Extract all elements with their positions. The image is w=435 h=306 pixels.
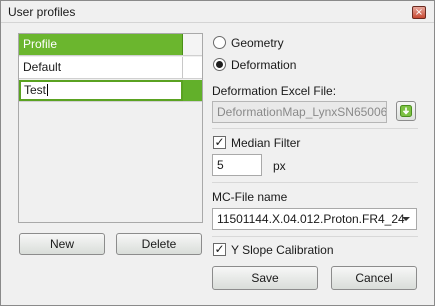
user-profiles-dialog: User profiles × Profile Default Test New… xyxy=(0,0,435,306)
profile-list-header: Profile xyxy=(19,34,202,56)
deformation-label: Deformation xyxy=(231,58,297,72)
save-button[interactable]: Save xyxy=(212,266,318,290)
separator xyxy=(212,182,418,183)
close-icon[interactable]: × xyxy=(412,6,426,19)
cancel-button[interactable]: Cancel xyxy=(331,266,417,290)
profile-name-input[interactable]: Test xyxy=(19,80,183,101)
separator xyxy=(212,236,418,237)
median-filter-checkbox[interactable]: ✓ xyxy=(213,136,226,149)
geometry-label: Geometry xyxy=(231,36,284,50)
median-filter-label: Median Filter xyxy=(231,136,301,150)
median-filter-unit: px xyxy=(273,159,286,173)
geometry-radio[interactable] xyxy=(213,36,226,49)
column-header-profile: Profile xyxy=(19,34,183,55)
deformation-radio[interactable] xyxy=(213,58,226,71)
y-slope-label: Y Slope Calibration xyxy=(231,243,334,257)
new-button[interactable]: New xyxy=(19,233,105,255)
list-item-label: Default xyxy=(19,57,183,78)
y-slope-checkbox[interactable]: ✓ xyxy=(213,243,226,256)
delete-button[interactable]: Delete xyxy=(116,233,202,255)
median-filter-input[interactable]: 5 xyxy=(212,154,262,176)
text-caret xyxy=(47,84,49,96)
list-item[interactable]: Default xyxy=(19,57,202,79)
window-title: User profiles xyxy=(8,5,76,19)
mc-file-label: MC-File name xyxy=(212,190,288,204)
deformation-file-label: Deformation Excel File: xyxy=(212,84,337,98)
title-bar: User profiles × xyxy=(1,1,434,23)
row-selection-indicator xyxy=(183,80,202,101)
mc-file-dropdown[interactable]: 11501144.X.04.012.Proton.FR4_24 xyxy=(212,208,417,230)
list-item-editing[interactable]: Test xyxy=(19,80,202,102)
deformation-file-field[interactable]: DeformationMap_LynxSN65006.xlsx xyxy=(212,101,387,123)
profile-list[interactable]: Profile Default Test xyxy=(18,33,203,223)
browse-arrow-icon[interactable] xyxy=(396,101,416,121)
separator xyxy=(212,128,418,129)
chevron-down-icon[interactable] xyxy=(402,217,410,221)
mc-file-value: 11501144.X.04.012.Proton.FR4_24 xyxy=(217,212,405,226)
